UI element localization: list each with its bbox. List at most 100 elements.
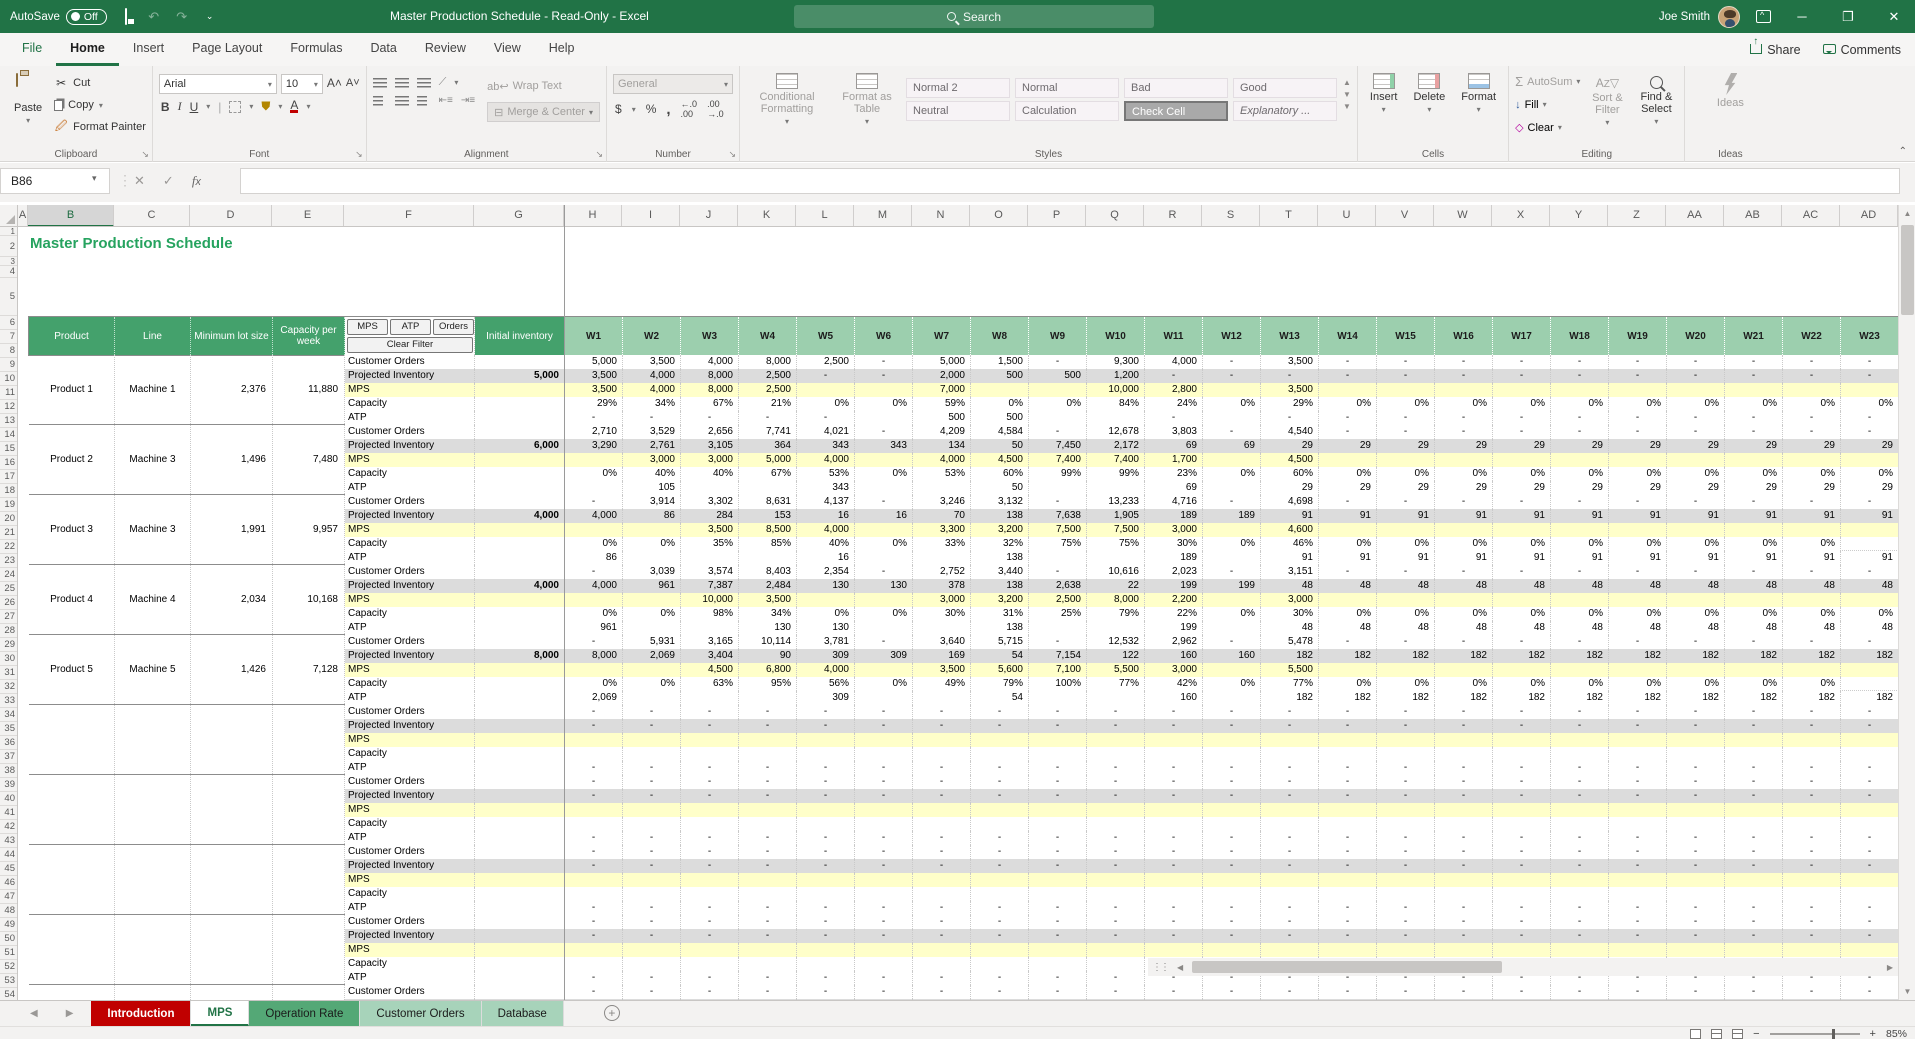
week-cell[interactable]: 3,803 — [1145, 425, 1203, 439]
week-cell[interactable]: 91 — [1493, 551, 1551, 565]
week-cell[interactable] — [681, 481, 739, 495]
week-cell[interactable]: - — [1029, 565, 1087, 579]
week-cell[interactable]: 0% — [1319, 537, 1377, 551]
menu-tab-file[interactable]: File — [8, 33, 56, 66]
column-header-C[interactable]: C — [114, 205, 190, 227]
initial-inventory-cell[interactable] — [475, 915, 565, 929]
product-capacity-week[interactable] — [273, 845, 345, 914]
week-cell[interactable]: 91 — [1319, 509, 1377, 523]
week-cell[interactable]: 0% — [797, 607, 855, 621]
week-cell[interactable]: - — [1145, 985, 1203, 999]
column-header-AB[interactable]: AB — [1724, 205, 1782, 227]
product-capacity-week[interactable] — [273, 915, 345, 984]
week-cell[interactable] — [1493, 747, 1551, 761]
horizontal-scroll-thumb[interactable] — [1192, 961, 1502, 973]
week-cell[interactable] — [681, 747, 739, 761]
week-cell[interactable] — [1609, 593, 1667, 607]
initial-inventory-cell[interactable] — [475, 803, 565, 817]
week-cell[interactable]: - — [1435, 761, 1493, 775]
product-min-lot[interactable] — [191, 705, 273, 774]
week-cell[interactable]: - — [565, 719, 623, 733]
font-size-select[interactable]: 10▾ — [281, 74, 323, 94]
week-cell[interactable]: - — [1087, 845, 1145, 859]
week-cell[interactable]: 3,039 — [623, 565, 681, 579]
week-cell[interactable]: - — [1841, 719, 1898, 733]
week-cell[interactable]: 5,000 — [913, 355, 971, 369]
week-cell[interactable]: 16 — [797, 509, 855, 523]
week-cell[interactable]: - — [1377, 775, 1435, 789]
week-cell[interactable] — [913, 621, 971, 635]
product-name[interactable]: Product 3 — [29, 495, 115, 564]
week-cell[interactable]: - — [1609, 985, 1667, 999]
week-cell[interactable]: 48 — [1725, 579, 1783, 593]
week-cell[interactable] — [1145, 943, 1203, 957]
week-cell[interactable]: - — [913, 915, 971, 929]
alignment-dialog-launcher-icon[interactable]: ↘ — [595, 149, 603, 160]
week-cell[interactable]: 75% — [1087, 537, 1145, 551]
week-cell[interactable]: 0% — [565, 467, 623, 481]
week-cell[interactable] — [1667, 943, 1725, 957]
week-cell[interactable] — [1261, 817, 1319, 831]
week-cell[interactable]: 0% — [1319, 467, 1377, 481]
week-cell[interactable]: - — [1203, 705, 1261, 719]
week-cell[interactable]: - — [1841, 789, 1898, 803]
product-line[interactable] — [115, 705, 191, 774]
week-cell[interactable]: - — [565, 929, 623, 943]
week-cell[interactable]: 95% — [739, 677, 797, 691]
week-cell[interactable] — [1319, 817, 1377, 831]
week-cell[interactable] — [1841, 453, 1898, 467]
row-header-32[interactable]: 32 — [0, 680, 18, 694]
row-label-projected_inventory[interactable]: Projected Inventory — [345, 509, 475, 523]
week-cell[interactable] — [1261, 943, 1319, 957]
week-cell[interactable]: - — [1725, 915, 1783, 929]
week-cell[interactable]: 5,500 — [1087, 663, 1145, 677]
column-header-Z[interactable]: Z — [1608, 205, 1666, 227]
product-capacity-week[interactable]: 7,480 — [273, 425, 345, 494]
week-cell[interactable]: - — [855, 719, 913, 733]
week-cell[interactable]: - — [565, 411, 623, 425]
week-cell[interactable]: - — [1841, 775, 1898, 789]
week-cell[interactable]: 48 — [1725, 621, 1783, 635]
week-cell[interactable]: 34% — [739, 607, 797, 621]
menu-tab-data[interactable]: Data — [356, 33, 410, 66]
week-cell[interactable] — [623, 957, 681, 971]
row-header-40[interactable]: 40 — [0, 792, 18, 806]
week-cell[interactable] — [1377, 733, 1435, 747]
week-cell[interactable]: 3,300 — [913, 523, 971, 537]
week-cell[interactable]: - — [623, 971, 681, 985]
week-cell[interactable]: 0% — [1667, 607, 1725, 621]
week-cell[interactable]: - — [797, 859, 855, 873]
row-label-projected_inventory[interactable]: Projected Inventory — [345, 649, 475, 663]
week-cell[interactable]: 961 — [565, 621, 623, 635]
initial-inventory-cell[interactable] — [475, 495, 565, 509]
save-icon[interactable] — [117, 9, 135, 24]
product-name[interactable]: Product 5 — [29, 635, 115, 704]
week-cell[interactable]: - — [739, 789, 797, 803]
week-cell[interactable] — [1609, 887, 1667, 901]
product-name[interactable]: Product 4 — [29, 565, 115, 634]
week-cell[interactable]: - — [913, 859, 971, 873]
column-header-W[interactable]: W — [1434, 205, 1492, 227]
week-cell[interactable] — [739, 803, 797, 817]
week-cell[interactable] — [623, 663, 681, 677]
product-name[interactable]: Product 2 — [29, 425, 115, 494]
week-cell[interactable]: - — [1029, 425, 1087, 439]
row-header-10[interactable]: 10 — [0, 372, 18, 386]
week-cell[interactable]: - — [1145, 859, 1203, 873]
week-cell[interactable]: 0% — [1667, 537, 1725, 551]
week-cell[interactable]: 91 — [1667, 509, 1725, 523]
week-cell[interactable]: - — [1667, 635, 1725, 649]
week-cell[interactable]: 53% — [797, 467, 855, 481]
week-cell[interactable] — [855, 411, 913, 425]
week-cell[interactable] — [681, 803, 739, 817]
week-cell[interactable] — [1319, 663, 1377, 677]
row-header-39[interactable]: 39 — [0, 778, 18, 792]
align-bottom-icon[interactable] — [417, 78, 431, 88]
product-line[interactable]: Machine 5 — [115, 635, 191, 704]
initial-inventory-cell[interactable] — [475, 887, 565, 901]
week-cell[interactable]: - — [1435, 635, 1493, 649]
week-cell[interactable]: - — [1435, 915, 1493, 929]
week-cell[interactable]: 0% — [1029, 397, 1087, 411]
week-cell[interactable]: 91 — [1609, 509, 1667, 523]
week-cell[interactable]: - — [797, 845, 855, 859]
